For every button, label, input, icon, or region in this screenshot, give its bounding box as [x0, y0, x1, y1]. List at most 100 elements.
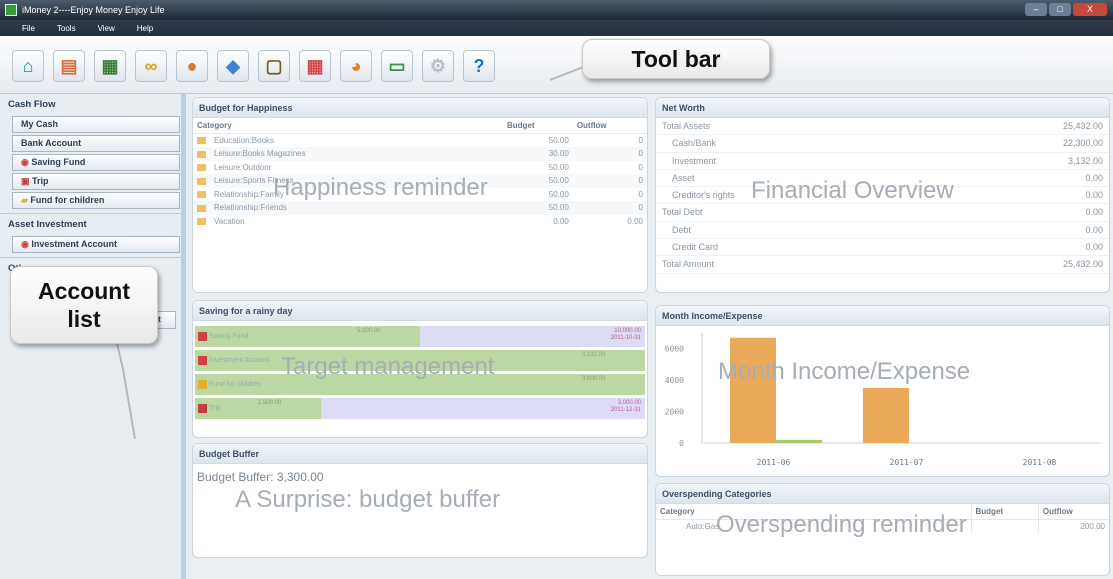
budget-icon	[197, 150, 206, 158]
table-row[interactable]: Relationship:Friends 50.00 0	[193, 201, 647, 215]
maximize-button[interactable]: □	[1049, 3, 1071, 16]
buffer-value: 3,300.00	[276, 470, 324, 484]
sidebar-item-investment-account[interactable]: ◉ Investment Account	[12, 236, 180, 253]
panel-title: Month Income/Expense	[656, 306, 1109, 326]
overspend-panel: Overspending Categories Category Budget …	[655, 483, 1110, 576]
outflow-cell: 0	[572, 174, 647, 188]
menu-help[interactable]: Help	[137, 24, 153, 33]
budget-cell: 50.00	[503, 201, 573, 215]
networth-row[interactable]: Total Assets 25,432.00	[656, 118, 1109, 136]
goal-bar[interactable]: Investment Account 3,132.00	[195, 350, 645, 371]
goal-bar[interactable]: Trip 1,500.00 3,000.00 2011-12-31	[195, 398, 645, 419]
app-icon	[5, 4, 17, 16]
y-tick-label: 0	[679, 439, 684, 448]
menu-file[interactable]: File	[22, 24, 35, 33]
networth-value: 3,132.00	[1067, 155, 1103, 166]
goal-label: Trip	[209, 405, 221, 412]
sidebar-header-asset-investment[interactable]: Asset Investment	[0, 214, 181, 236]
sidebar-item-fund-for-children[interactable]: ▰ Fund for children	[12, 192, 180, 209]
sidebar: Cash Flow My Cash Bank Account ◉ Saving …	[0, 94, 186, 579]
calculator-button[interactable]: ▦	[94, 50, 126, 82]
x-tick-label: 2011-06	[757, 458, 791, 467]
category-cell: Vacation	[193, 215, 503, 229]
form-button[interactable]: ▭	[381, 50, 413, 82]
help-button[interactable]: ?	[463, 50, 495, 82]
user-icon: ●	[186, 55, 198, 76]
budget-icon	[197, 137, 206, 145]
budget-cell: 50.00	[548, 189, 569, 199]
networth-row[interactable]: Credit Card 0.00	[656, 239, 1109, 257]
sidebar-item-saving-fund[interactable]: ◉ Saving Fund	[12, 154, 180, 171]
networth-value: 25,432.00	[1062, 121, 1103, 131]
minimize-button[interactable]: –	[1025, 3, 1047, 16]
column-header[interactable]: Outflow	[1038, 504, 1109, 520]
networth-row[interactable]: Creditor's rights 0.00	[656, 187, 1109, 205]
menu-tools[interactable]: Tools	[57, 24, 76, 33]
notebook-button[interactable]: ▢	[258, 50, 290, 82]
networth-row[interactable]: Investment 3,132.00	[656, 153, 1109, 170]
gear-button[interactable]: ⚙	[422, 50, 454, 82]
pie-chart-icon: ◕	[350, 55, 362, 76]
callout-line: list	[67, 306, 101, 332]
overlay-caption: A Surprise: budget buffer	[235, 486, 501, 513]
y-tick-label: 6000	[665, 345, 684, 354]
table-row[interactable]: Education:Books 50.00 0	[193, 134, 647, 148]
overspend-table: Category Budget Outflow Auto:Gas 200.00	[656, 504, 1109, 533]
budget-panel: Budget for Happiness Category Budget Out…	[192, 97, 648, 293]
outflow-cell: 0	[638, 189, 643, 199]
column-header[interactable]: Budget	[503, 118, 573, 134]
budget-cell: 50.00	[548, 162, 569, 172]
networth-label: Credit Card	[672, 242, 719, 253]
budget-table: Category Budget Outflow Education:Books 5…	[193, 118, 647, 228]
category-cell: Relationship:Family	[193, 188, 503, 202]
buffer-panel: Budget Buffer Budget Buffer: 3,300.00 A …	[192, 443, 648, 558]
category-label: Leisure:Sports Fitness	[214, 176, 294, 186]
column-header[interactable]: Category	[656, 504, 972, 520]
networth-row[interactable]: Total Amount 25,432.00	[656, 256, 1109, 274]
table-row[interactable]: Leisure:Sports Fitness 50.00 0	[193, 174, 647, 188]
table-row[interactable]: Auto:Gas 200.00	[656, 519, 1109, 533]
goal-label: Investment Account	[209, 357, 271, 364]
tag-button[interactable]: ◆	[217, 50, 249, 82]
calendar-button[interactable]: ▦	[299, 50, 331, 82]
column-header[interactable]: Budget	[971, 504, 1039, 520]
sidebar-item-label: Trip	[32, 176, 49, 186]
networth-row[interactable]: Cash/Bank 22,300.00	[656, 135, 1109, 153]
user-button[interactable]: ●	[176, 50, 208, 82]
pie-chart-button[interactable]: ◕	[340, 50, 372, 82]
networth-label: Total Assets	[662, 121, 711, 131]
goal-icon	[198, 380, 207, 389]
callout-line: Account	[38, 278, 130, 304]
buffer-label: Budget Buffer:	[197, 470, 274, 484]
goal-bar[interactable]: Saving Fund 5,000.00 10,000.00 2011-10-31	[195, 326, 645, 347]
goal-icon	[198, 332, 207, 341]
notebook-icon: ▢	[265, 55, 283, 76]
goal-target-amount: 3,000.00	[617, 400, 641, 406]
networth-row[interactable]: Debt 0.00	[656, 222, 1109, 240]
goal-bar[interactable]: Fund for children 3,000.00	[195, 374, 645, 395]
table-row[interactable]: Leisure:Books Magazines 30.00 0	[193, 147, 647, 161]
table-row[interactable]: Relationship:Family 50.00 0	[193, 188, 647, 202]
sidebar-item-label: Fund for children	[30, 195, 105, 205]
menu-view[interactable]: View	[98, 24, 115, 33]
sidebar-item-bank-account[interactable]: Bank Account	[12, 135, 180, 152]
sidebar-item-trip[interactable]: ▣ Trip	[12, 173, 180, 190]
goal-icon	[198, 404, 207, 413]
networth-row[interactable]: Asset 0.00	[656, 170, 1109, 188]
goal-progress	[195, 374, 645, 395]
outflow-cell: 200.00	[1080, 522, 1105, 531]
networth-row[interactable]: Total Debt 0.00	[656, 204, 1109, 222]
column-header[interactable]: Outflow	[572, 118, 647, 134]
goal-target: 10,000.00 2011-10-31	[611, 328, 641, 342]
home-button[interactable]: ⌂	[12, 50, 44, 82]
table-row[interactable]: Vacation 0.00 0.00	[193, 215, 647, 229]
sidebar-item-my-cash[interactable]: My Cash	[12, 116, 180, 133]
column-header[interactable]: Category	[193, 118, 503, 134]
close-button[interactable]: X	[1073, 3, 1107, 16]
table-row[interactable]: Leisure:Outdoor 50.00 0	[193, 161, 647, 175]
toolbar-callout: Tool bar	[582, 39, 770, 79]
panel-title: Net Worth	[656, 98, 1109, 118]
rings-button[interactable]: ∞	[135, 50, 167, 82]
sidebar-header-cash-flow[interactable]: Cash Flow	[0, 94, 181, 116]
wallet-button[interactable]: ▤	[53, 50, 85, 82]
